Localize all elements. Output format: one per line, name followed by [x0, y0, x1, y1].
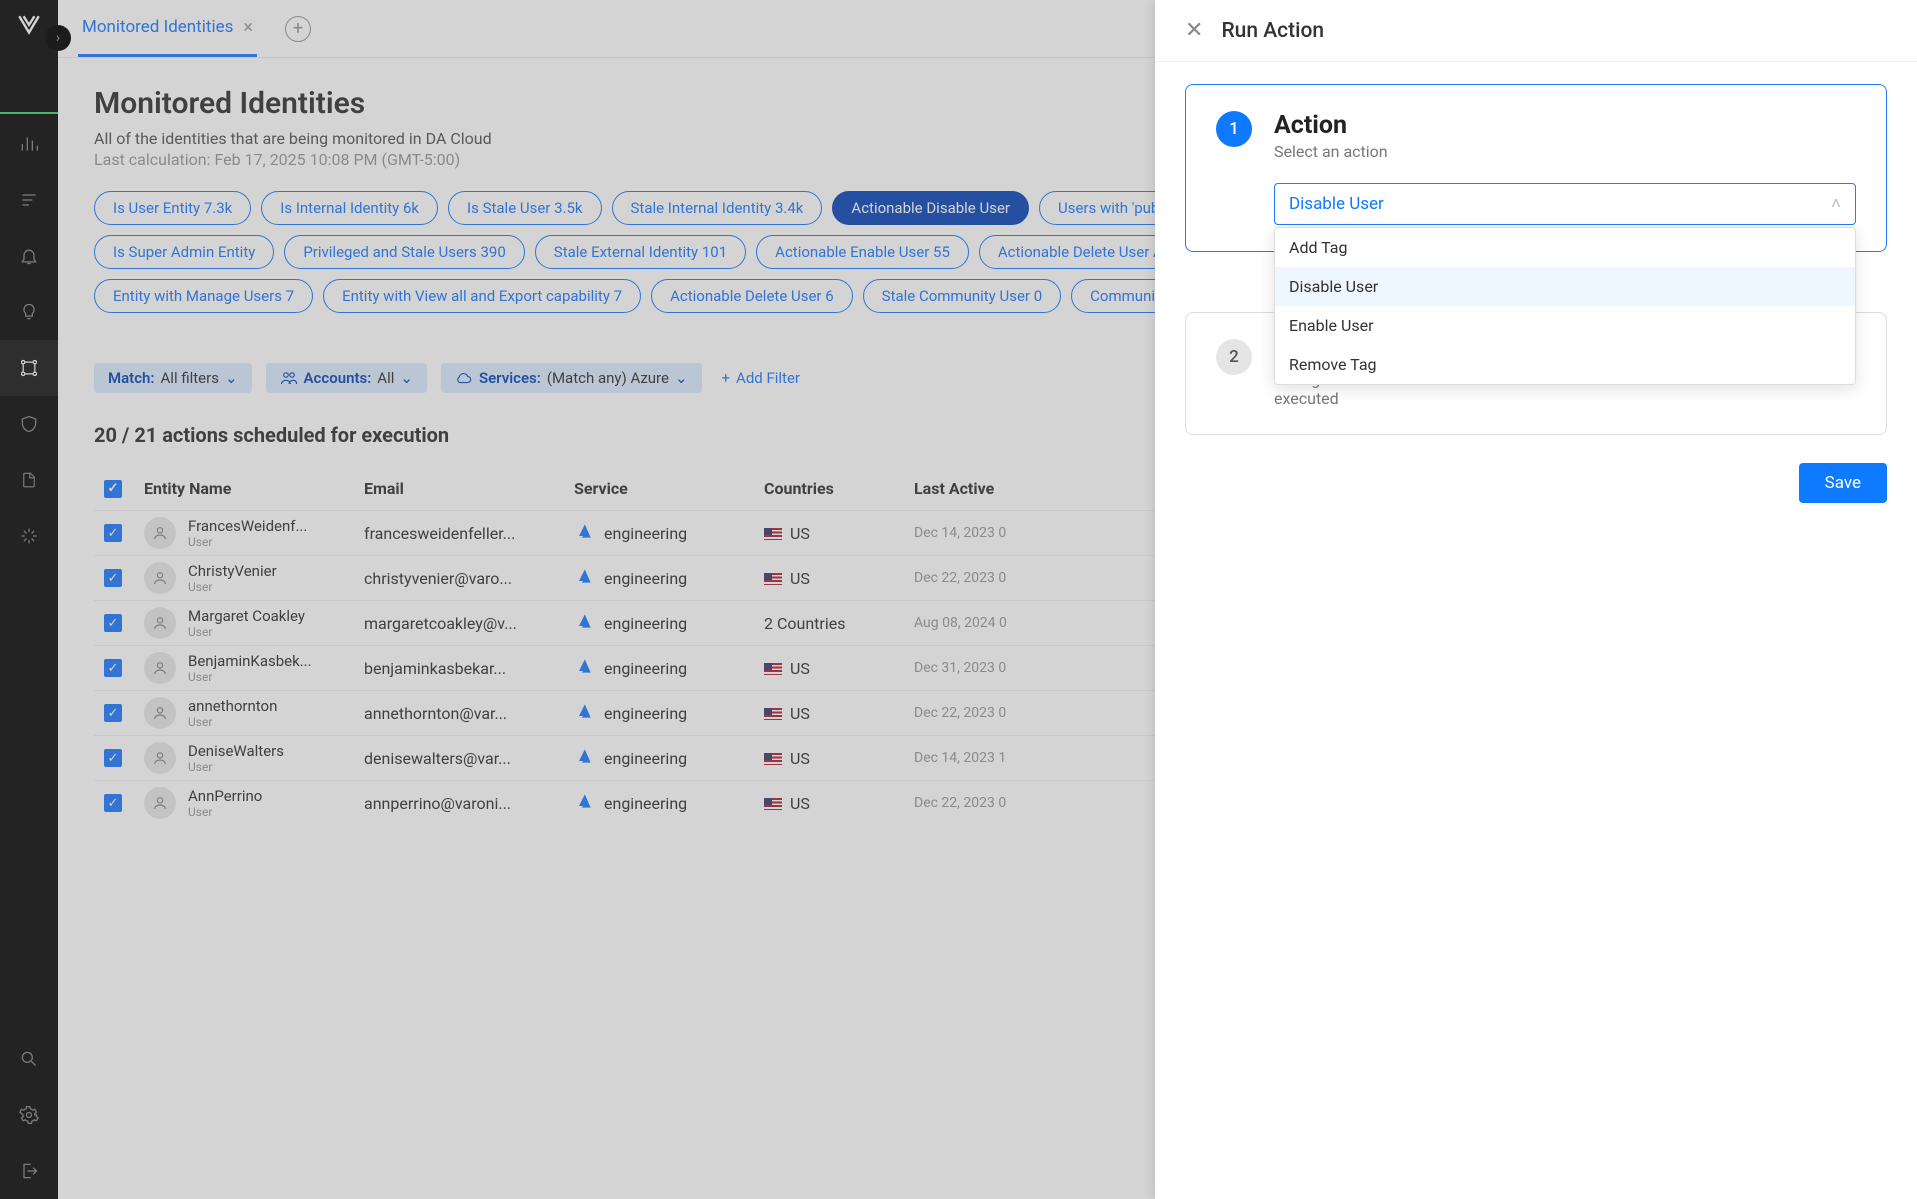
dropdown-option[interactable]: Remove Tag	[1275, 345, 1855, 384]
step-action-card: 1 Action Select an action Disable User ˄…	[1185, 84, 1887, 252]
action-select[interactable]: Disable User ˄	[1274, 183, 1856, 225]
panel-header: ✕ Run Action	[1155, 0, 1917, 62]
action-select-value: Disable User	[1289, 194, 1384, 214]
action-select-wrapper: Disable User ˄ Add TagDisable UserEnable…	[1274, 183, 1856, 225]
dropdown-option[interactable]: Disable User	[1275, 267, 1855, 306]
dropdown-option[interactable]: Enable User	[1275, 306, 1855, 345]
run-action-panel: ✕ Run Action 1 Action Select an action D…	[1155, 0, 1917, 1199]
step-1-number: 1	[1216, 111, 1252, 147]
dropdown-option[interactable]: Add Tag	[1275, 228, 1855, 267]
close-icon[interactable]: ✕	[1185, 18, 1203, 43]
step-1-subtitle: Select an action	[1274, 142, 1388, 161]
chevron-up-icon: ˄	[1831, 194, 1841, 214]
save-button[interactable]: Save	[1799, 463, 1887, 503]
panel-title: Run Action	[1221, 19, 1324, 43]
modal-scrim	[0, 0, 1155, 1199]
action-dropdown: Add TagDisable UserEnable UserRemove Tag	[1274, 227, 1856, 385]
step-1-title: Action	[1274, 111, 1388, 140]
step-2-number: 2	[1216, 339, 1252, 375]
